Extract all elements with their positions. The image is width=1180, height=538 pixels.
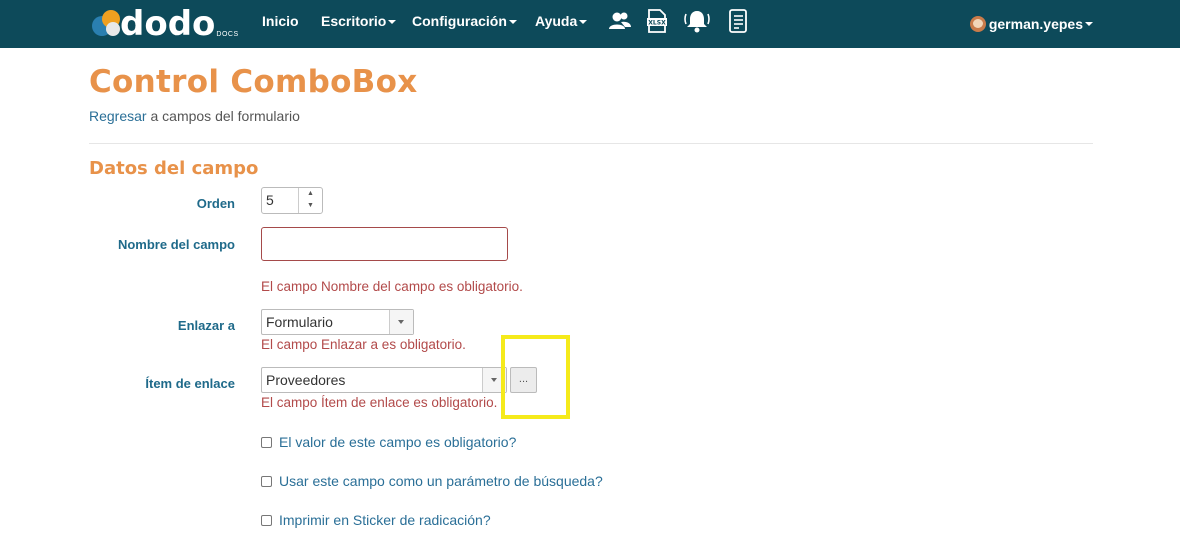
- item-error: El campo Ítem de enlace es obligatorio.: [261, 395, 498, 410]
- document-list-icon[interactable]: [726, 8, 750, 34]
- chevron-down-icon[interactable]: [389, 310, 413, 334]
- nav-inicio-label: Inicio: [262, 13, 299, 29]
- required-checkbox-row[interactable]: El valor de este campo es obligatorio?: [261, 434, 516, 450]
- back-line: Regresar a campos del formulario: [89, 108, 300, 124]
- nav-ayuda-label: Ayuda: [535, 13, 578, 29]
- page-title: Control ComboBox: [89, 64, 418, 100]
- nav-configuracion-label: Configuración: [412, 13, 507, 29]
- orden-value: 5: [266, 192, 274, 208]
- logo-mark-icon: [90, 6, 126, 42]
- svg-text:XLSX: XLSX: [648, 20, 666, 27]
- dodo-logo[interactable]: dodo DOCS: [90, 4, 239, 44]
- nombre-label: Nombre del campo: [117, 237, 235, 252]
- highlight-box: [501, 335, 570, 419]
- enlazar-select[interactable]: Formulario: [261, 309, 414, 335]
- divider: [89, 143, 1093, 144]
- nav-configuracion[interactable]: Configuración: [412, 0, 517, 48]
- stepper-buttons: ▲ ▼: [298, 188, 322, 213]
- stepper-up-icon[interactable]: ▲: [299, 188, 322, 200]
- caret-down-icon: [388, 20, 397, 25]
- caret-down-icon: [1085, 22, 1093, 26]
- enlazar-error: El campo Enlazar a es obligatorio.: [261, 337, 466, 352]
- required-checkbox-label[interactable]: El valor de este campo es obligatorio?: [279, 434, 516, 450]
- item-label: Ítem de enlace: [145, 376, 235, 391]
- sticker-checkbox-row[interactable]: Imprimir en Sticker de radicación?: [261, 512, 491, 528]
- back-line-text: a campos del formulario: [146, 108, 300, 124]
- back-link[interactable]: Regresar: [89, 108, 147, 124]
- users-icon[interactable]: [608, 8, 632, 34]
- nav-escritorio[interactable]: Escritorio: [321, 0, 397, 48]
- nav-ayuda[interactable]: Ayuda: [535, 0, 588, 48]
- sticker-checkbox-label[interactable]: Imprimir en Sticker de radicación?: [279, 512, 491, 528]
- item-select[interactable]: Proveedores: [261, 367, 507, 393]
- logo-text: dodo: [120, 4, 216, 44]
- caret-down-icon: [579, 20, 588, 25]
- orden-label: Orden: [196, 196, 235, 211]
- nav-inicio[interactable]: Inicio: [262, 0, 299, 48]
- top-navbar: dodo DOCS Inicio Escritorio Configuració…: [0, 0, 1180, 48]
- avatar: [969, 16, 986, 32]
- caret-down-icon: [508, 20, 517, 25]
- bell-icon[interactable]: [683, 8, 711, 34]
- xlsx-file-icon[interactable]: XLSX: [645, 8, 669, 34]
- enlazar-label: Enlazar a: [177, 318, 235, 333]
- nombre-field[interactable]: [261, 227, 508, 261]
- user-menu[interactable]: german.yepes: [969, 0, 1093, 48]
- search-param-checkbox[interactable]: [261, 475, 272, 487]
- sticker-checkbox[interactable]: [261, 514, 272, 526]
- nav-escritorio-label: Escritorio: [321, 13, 387, 29]
- search-param-checkbox-row[interactable]: Usar este campo como un parámetro de bús…: [261, 473, 603, 489]
- orden-stepper[interactable]: 5 ▲ ▼: [261, 187, 323, 214]
- section-title: Datos del campo: [89, 158, 259, 179]
- search-param-checkbox-label[interactable]: Usar este campo como un parámetro de bús…: [279, 473, 603, 489]
- stepper-down-icon[interactable]: ▼: [299, 200, 322, 212]
- enlazar-selected-value: Formulario: [266, 314, 333, 330]
- logo-subtext: DOCS: [216, 31, 239, 38]
- item-selected-value: Proveedores: [266, 372, 346, 388]
- nombre-error: El campo Nombre del campo es obligatorio…: [261, 279, 523, 294]
- user-name: german.yepes: [988, 16, 1083, 32]
- required-checkbox[interactable]: [261, 436, 272, 448]
